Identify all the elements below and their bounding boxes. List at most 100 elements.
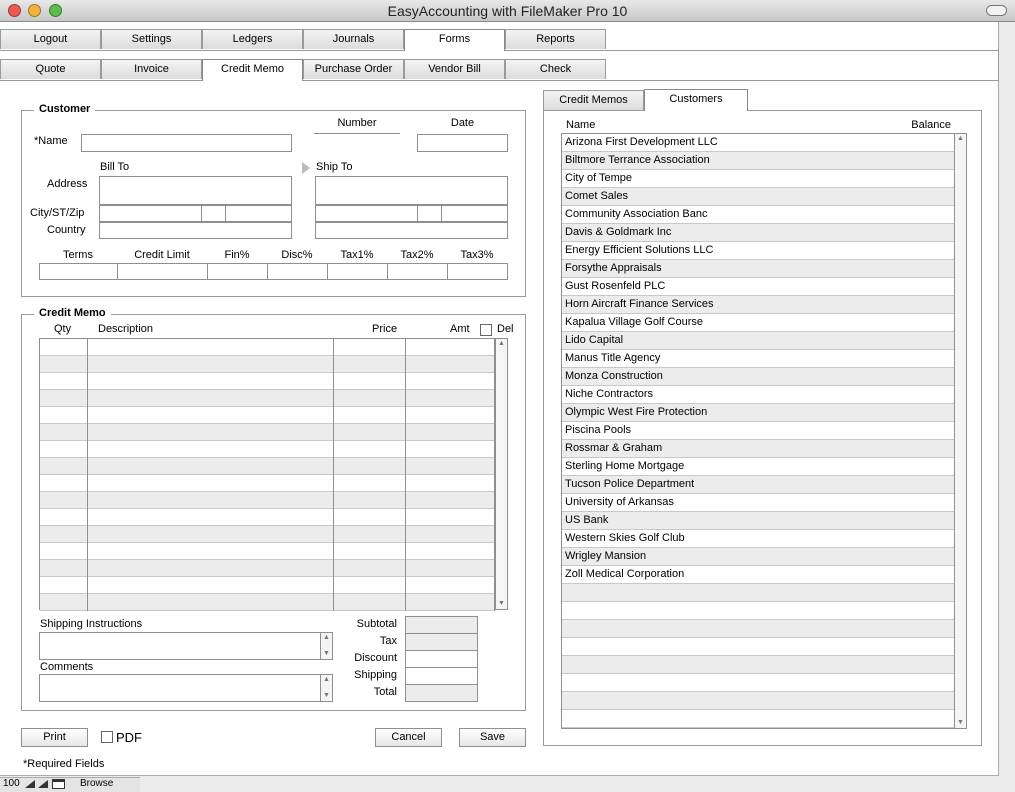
price-cell[interactable] (334, 356, 406, 373)
description-cell[interactable] (88, 390, 334, 407)
zoom-in-icon[interactable] (38, 780, 48, 788)
description-cell[interactable] (88, 339, 334, 356)
line-item-row[interactable] (40, 373, 495, 390)
line-item-row[interactable] (40, 356, 495, 373)
scroll-down-arrow-icon[interactable]: ▼ (496, 599, 507, 609)
tab-forms[interactable]: Forms (404, 29, 505, 51)
scroll-up-arrow-icon[interactable]: ▲ (496, 339, 507, 349)
customer-row[interactable]: Biltmore Terrance Association (562, 152, 954, 170)
qty-cell[interactable] (40, 594, 88, 611)
amount-cell[interactable] (406, 373, 495, 390)
tab-credit-memo[interactable]: Credit Memo (202, 59, 303, 81)
amount-cell[interactable] (406, 441, 495, 458)
customer-row[interactable]: Arizona First Development LLC (562, 134, 954, 152)
price-cell[interactable] (334, 373, 406, 390)
pdf-checkbox[interactable] (101, 731, 113, 743)
qty-cell[interactable] (40, 509, 88, 526)
line-item-row[interactable] (40, 458, 495, 475)
customer-row[interactable]: University of Arkansas (562, 494, 954, 512)
tab-logout[interactable]: Logout (0, 29, 101, 49)
amount-cell[interactable] (406, 560, 495, 577)
scroll-up-arrow-icon[interactable]: ▲ (955, 134, 966, 144)
price-cell[interactable] (334, 492, 406, 509)
qty-cell[interactable] (40, 526, 88, 543)
tab-vendor-bill[interactable]: Vendor Bill (404, 59, 505, 79)
customer-row[interactable]: Energy Efficient Solutions LLC (562, 242, 954, 260)
shipping-instructions-field[interactable] (39, 632, 321, 660)
zoom-level[interactable]: 100 (3, 778, 20, 789)
customer-row[interactable]: Sterling Home Mortgage (562, 458, 954, 476)
description-cell[interactable] (88, 509, 334, 526)
customer-row[interactable]: Tucson Police Department (562, 476, 954, 494)
ship-to-state-field[interactable] (417, 205, 442, 222)
line-item-row[interactable] (40, 339, 495, 356)
copy-address-arrow-icon[interactable] (302, 162, 310, 174)
customer-row[interactable]: Horn Aircraft Finance Services (562, 296, 954, 314)
tab-invoice[interactable]: Invoice (101, 59, 202, 79)
amount-cell[interactable] (406, 509, 495, 526)
customer-row[interactable]: Zoll Medical Corporation (562, 566, 954, 584)
tab-quote[interactable]: Quote (0, 59, 101, 79)
amount-cell[interactable] (406, 458, 495, 475)
bill-to-address-field[interactable] (99, 176, 292, 205)
price-cell[interactable] (334, 577, 406, 594)
price-cell[interactable] (334, 458, 406, 475)
qty-cell[interactable] (40, 475, 88, 492)
zoom-out-icon[interactable] (25, 780, 35, 788)
line-item-row[interactable] (40, 441, 495, 458)
bill-to-state-field[interactable] (201, 205, 226, 222)
customer-row[interactable]: US Bank (562, 512, 954, 530)
price-cell[interactable] (334, 594, 406, 611)
line-item-row[interactable] (40, 526, 495, 543)
description-cell[interactable] (88, 373, 334, 390)
ship-to-zip-field[interactable] (441, 205, 508, 222)
qty-cell[interactable] (40, 492, 88, 509)
line-item-row[interactable] (40, 509, 495, 526)
description-cell[interactable] (88, 356, 334, 373)
tab-purchase-order[interactable]: Purchase Order (303, 59, 404, 79)
tax2-percent-field[interactable] (387, 263, 448, 280)
tab-journals[interactable]: Journals (303, 29, 404, 49)
tab-customers[interactable]: Customers (644, 89, 748, 111)
qty-cell[interactable] (40, 543, 88, 560)
customer-row[interactable]: Wrigley Mansion (562, 548, 954, 566)
print-button[interactable]: Print (21, 728, 88, 747)
description-cell[interactable] (88, 407, 334, 424)
price-cell[interactable] (334, 407, 406, 424)
line-item-row[interactable] (40, 543, 495, 560)
ship-to-country-field[interactable] (315, 222, 508, 239)
amount-cell[interactable] (406, 492, 495, 509)
scroll-down-arrow-icon[interactable]: ▼ (955, 718, 966, 728)
qty-cell[interactable] (40, 577, 88, 594)
customers-scrollbar[interactable]: ▲ ▼ (954, 133, 967, 729)
qty-cell[interactable] (40, 560, 88, 577)
tab-credit-memos[interactable]: Credit Memos (543, 90, 644, 110)
credit-limit-field[interactable] (117, 263, 208, 280)
description-cell[interactable] (88, 594, 334, 611)
customer-row[interactable]: Manus Title Agency (562, 350, 954, 368)
customer-row[interactable]: Lido Capital (562, 332, 954, 350)
customer-name-field[interactable] (81, 134, 292, 152)
discount-field[interactable] (405, 650, 478, 668)
qty-cell[interactable] (40, 458, 88, 475)
customer-row[interactable]: Monza Construction (562, 368, 954, 386)
price-cell[interactable] (334, 339, 406, 356)
description-cell[interactable] (88, 526, 334, 543)
customer-row[interactable]: City of Tempe (562, 170, 954, 188)
customer-row[interactable]: Comet Sales (562, 188, 954, 206)
cancel-button[interactable]: Cancel (375, 728, 442, 747)
customer-row[interactable]: Gust Rosenfeld PLC (562, 278, 954, 296)
mode-label[interactable]: Browse (80, 778, 113, 789)
qty-cell[interactable] (40, 407, 88, 424)
price-cell[interactable] (334, 390, 406, 407)
bill-to-city-field[interactable] (99, 205, 202, 222)
price-cell[interactable] (334, 509, 406, 526)
tab-settings[interactable]: Settings (101, 29, 202, 49)
line-item-row[interactable] (40, 577, 495, 594)
delete-all-checkbox[interactable] (480, 324, 492, 336)
customer-row[interactable]: Western Skies Golf Club (562, 530, 954, 548)
description-cell[interactable] (88, 475, 334, 492)
qty-cell[interactable] (40, 424, 88, 441)
price-cell[interactable] (334, 526, 406, 543)
customer-row[interactable]: Kapalua Village Golf Course (562, 314, 954, 332)
